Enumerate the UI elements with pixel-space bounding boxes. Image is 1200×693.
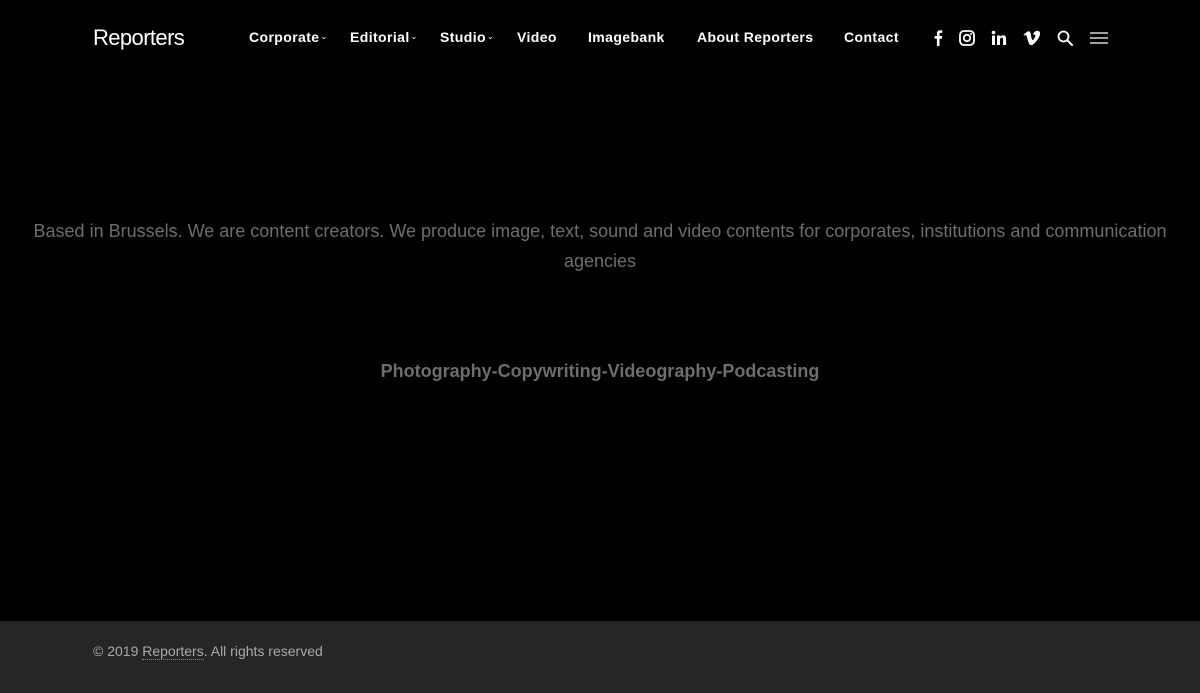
nav-item-corporate[interactable]: Corporate⌄	[249, 28, 328, 47]
linkedin-icon[interactable]	[990, 29, 1008, 47]
chevron-down-icon: ⌄	[410, 32, 418, 42]
nav-label: Imagebank	[588, 29, 665, 45]
nav-item-about-reporters[interactable]: About Reporters	[697, 28, 813, 46]
footer-brand-link[interactable]: Reporters	[142, 643, 204, 660]
copyright-suffix: . All rights reserved	[203, 643, 323, 659]
nav-item-editorial[interactable]: Editorial⌄	[350, 28, 418, 47]
facebook-icon[interactable]	[929, 29, 947, 47]
chevron-down-icon: ⌄	[320, 32, 328, 42]
hamburger-menu-icon[interactable]	[1089, 29, 1109, 47]
nav-item-video[interactable]: Video	[517, 28, 557, 46]
nav-label: About Reporters	[697, 29, 814, 45]
search-icon[interactable]	[1056, 29, 1074, 47]
site-footer: © 2019 Reporters. All rights reserved	[0, 621, 1200, 693]
intro-text: Based in Brussels. We are content creato…	[33, 221, 1167, 271]
nav-item-contact[interactable]: Contact	[844, 28, 899, 46]
copyright-prefix: © 2019	[93, 643, 143, 659]
nav-label: Studio	[440, 29, 486, 45]
nav-label: Contact	[844, 29, 899, 45]
nav-label: Corporate	[249, 29, 320, 45]
copyright-text: © 2019 Reporters. All rights reserved	[93, 641, 323, 661]
nav-label: Video	[517, 29, 557, 45]
services-tagline: Photography-Copywriting-Videography-Podc…	[380, 361, 820, 381]
page: Reporters Corporate⌄ Editorial⌄ Studio⌄ …	[0, 0, 1200, 693]
chevron-down-icon: ⌄	[486, 32, 495, 42]
nav-item-imagebank[interactable]: Imagebank	[588, 28, 665, 46]
instagram-icon[interactable]	[958, 29, 976, 47]
site-logo[interactable]: Reporters	[93, 24, 185, 52]
nav-label: Editorial	[350, 29, 410, 45]
site-header: Reporters Corporate⌄ Editorial⌄ Studio⌄ …	[0, 0, 1200, 76]
nav-item-studio[interactable]: Studio⌄	[440, 28, 494, 47]
vimeo-icon[interactable]	[1023, 29, 1041, 47]
